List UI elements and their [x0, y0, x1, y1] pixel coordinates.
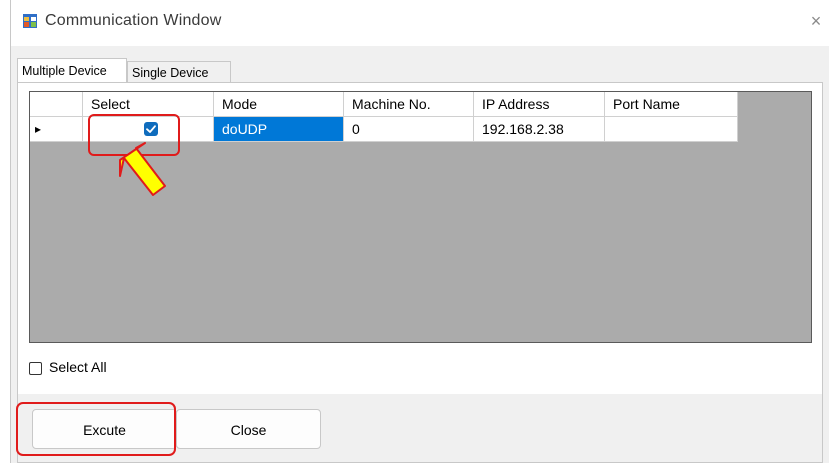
- app-window-icon: [23, 14, 37, 28]
- communication-window: Communication Window × Multiple Device S…: [10, 0, 829, 463]
- select-all-label[interactable]: Select All: [49, 359, 107, 375]
- close-icon[interactable]: ×: [805, 10, 827, 32]
- tab-single-device[interactable]: Single Device: [127, 61, 231, 83]
- row-header-corner: [30, 92, 83, 117]
- column-header-machine-no[interactable]: Machine No.: [344, 92, 474, 117]
- background-strip: [0, 0, 10, 463]
- highlight-execute-button: [16, 402, 176, 456]
- select-all-box[interactable]: [29, 362, 42, 375]
- column-header-ip-address[interactable]: IP Address: [474, 92, 605, 117]
- cell-machine-no[interactable]: 0: [344, 117, 474, 142]
- cell-port-name[interactable]: [605, 117, 738, 142]
- close-button[interactable]: Close: [176, 409, 321, 449]
- column-header-port-name[interactable]: Port Name: [605, 92, 738, 117]
- row-pointer-icon[interactable]: ▸: [30, 117, 83, 142]
- cell-mode[interactable]: doUDP: [214, 117, 344, 142]
- tab-multiple-device[interactable]: Multiple Device: [17, 58, 127, 82]
- window-title: Communication Window: [45, 12, 222, 29]
- highlight-select-checkbox: [88, 114, 180, 156]
- cell-ip-address[interactable]: 192.168.2.38: [474, 117, 605, 142]
- title-bar: Communication Window ×: [11, 0, 829, 46]
- column-header-mode[interactable]: Mode: [214, 92, 344, 117]
